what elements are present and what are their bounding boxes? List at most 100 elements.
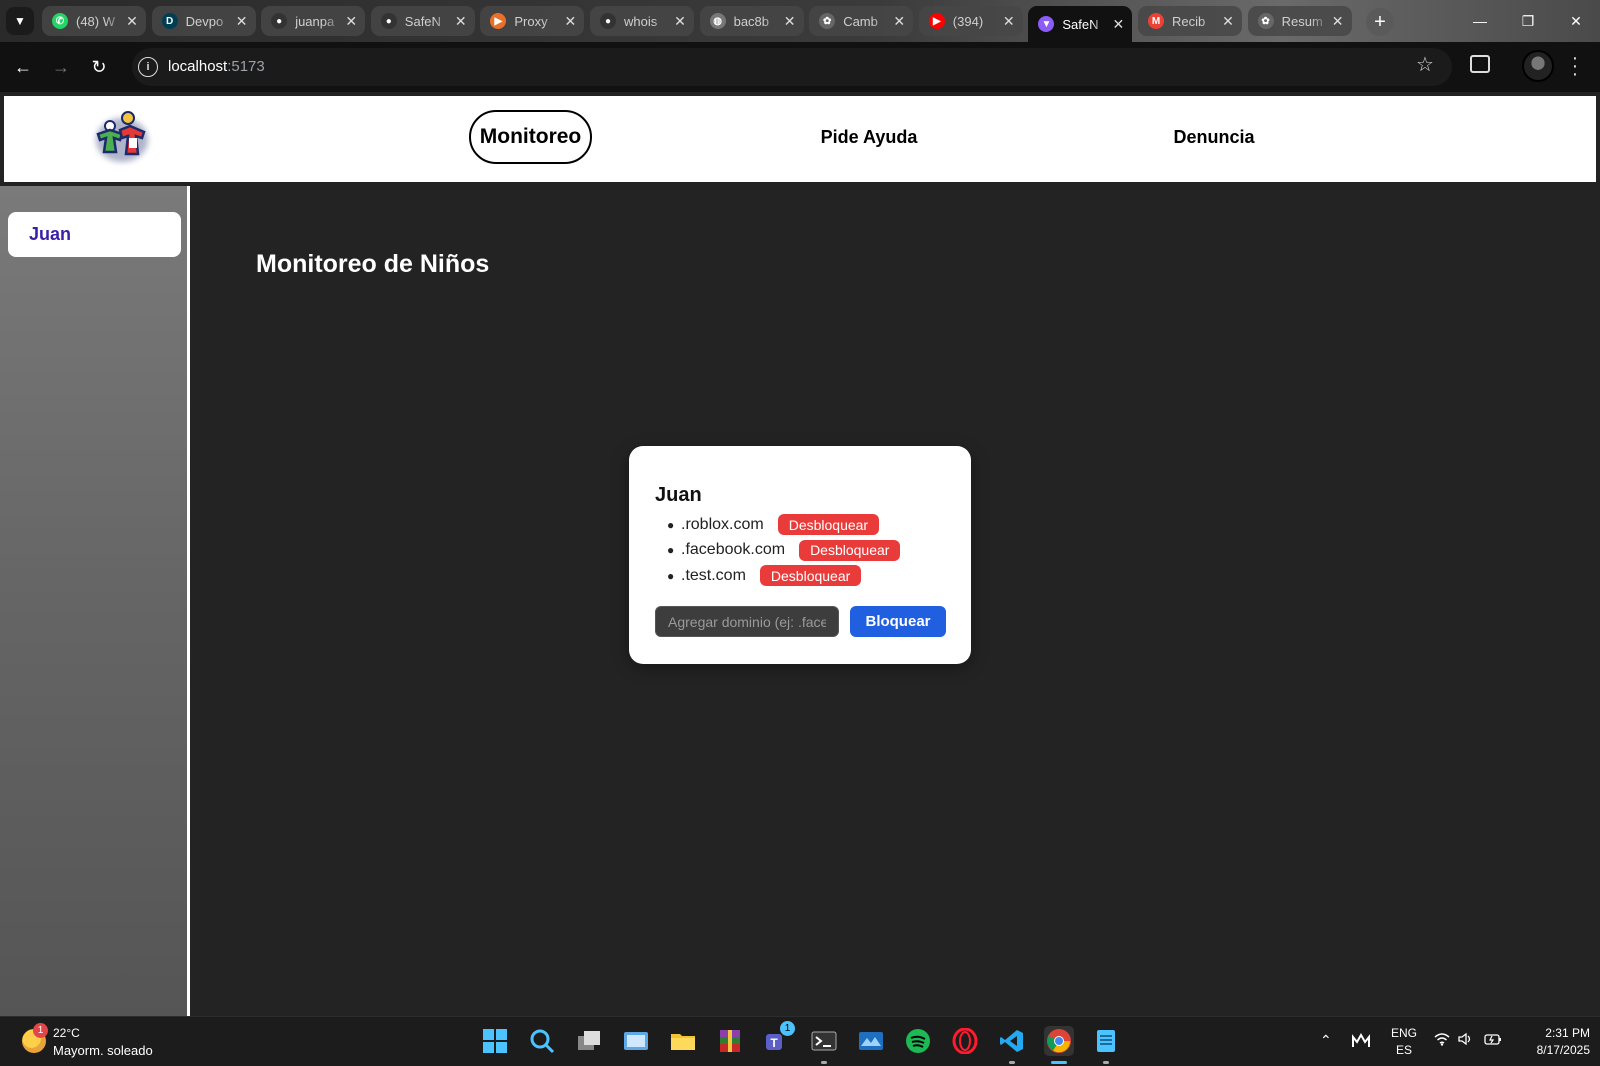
close-tab-icon[interactable]: ✕	[1001, 13, 1017, 30]
profile-avatar[interactable]	[1522, 50, 1554, 82]
browser-tab[interactable]: ✿ Resum ✕	[1247, 6, 1352, 36]
browser-menu-icon[interactable]: · · ·	[1570, 48, 1580, 84]
close-tab-icon[interactable]: ✕	[891, 13, 907, 30]
close-tab-icon[interactable]: ✕	[672, 13, 688, 30]
browser-tab[interactable]: ✿ Camb ✕	[809, 6, 914, 36]
bookmark-star-icon[interactable]: ☆	[1416, 52, 1434, 77]
search-icon[interactable]	[527, 1026, 557, 1056]
devpost-icon: D	[161, 13, 178, 29]
winrar-icon[interactable]	[715, 1026, 745, 1056]
app-header: Monitoreo Pide Ayuda Denuncia	[4, 96, 1596, 182]
unblock-button[interactable]: Desbloquear	[759, 565, 862, 587]
notepad-open-indicator	[1103, 1061, 1109, 1064]
task-view-icon[interactable]	[574, 1026, 604, 1056]
youtube-icon: ▶	[928, 13, 945, 29]
new-tab-button[interactable]: +	[1366, 8, 1394, 36]
spotify-icon[interactable]	[903, 1026, 933, 1056]
terminal-open-indicator	[821, 1061, 827, 1064]
wifi-icon[interactable]	[1434, 1032, 1450, 1049]
browser-tab[interactable]: ● juanpa ✕	[261, 6, 366, 36]
nav-monitoreo[interactable]: Monitoreo	[469, 110, 592, 164]
start-icon[interactable]	[480, 1026, 510, 1056]
unblock-button[interactable]: Desbloquear	[777, 514, 880, 536]
openai-icon: ✿	[1257, 13, 1274, 29]
tab-title: (394)	[952, 13, 984, 29]
tray-app-icon[interactable]	[1352, 1032, 1370, 1051]
nav-pide-ayuda[interactable]: Pide Ayuda	[814, 110, 924, 164]
browser-tab[interactable]: ● SafeN ✕	[370, 6, 475, 36]
github-icon: ●	[600, 13, 616, 29]
bullet-icon: ●	[667, 568, 675, 583]
chevron-up-icon[interactable]: ⌃	[1320, 1032, 1332, 1049]
address-bar[interactable]: i localhost:5173	[132, 48, 1452, 86]
chrome-icon[interactable]	[1044, 1026, 1074, 1056]
keyboard-layout[interactable]: ES	[1386, 1043, 1422, 1057]
vscode-icon[interactable]	[997, 1026, 1027, 1056]
browser-tab-strip: ▼ ✆ (48) W ✕ D Devpo ✕ ● juanpa ✕ ● SafeN ✕ ▶ Proxy ✕ ●…	[0, 0, 1600, 42]
sidebar-item-juan[interactable]: Juan	[8, 212, 181, 257]
close-window-button[interactable]: ✕	[1552, 0, 1600, 42]
close-tab-icon[interactable]: ✕	[562, 13, 578, 30]
close-tab-icon[interactable]: ✕	[1330, 13, 1346, 30]
tab-title: SafeN	[404, 13, 441, 29]
tab-title: Devpo	[185, 13, 224, 29]
chrome-active-indicator	[1051, 1061, 1067, 1064]
url-text[interactable]: localhost:5173	[168, 58, 265, 75]
restore-button[interactable]: ❐	[1504, 0, 1552, 42]
nav-denuncia[interactable]: Denuncia	[1164, 110, 1264, 164]
browser-tab[interactable]: ▶ Proxy ✕	[480, 6, 585, 36]
browser-tab[interactable]: ▶ (394) ✕	[918, 6, 1023, 36]
language-indicator[interactable]: ENG	[1386, 1026, 1422, 1040]
tab-title: Proxy	[514, 13, 548, 29]
close-tab-icon[interactable]: ✕	[343, 13, 359, 30]
teams-badge: 1	[780, 1021, 795, 1036]
app-logo[interactable]	[90, 108, 154, 168]
close-tab-icon[interactable]: ✕	[124, 13, 140, 30]
weather-temperature[interactable]: 22°C	[53, 1026, 80, 1040]
browser-tab[interactable]: ◍ bac8b ✕	[699, 6, 804, 36]
github-icon: ●	[271, 13, 288, 29]
monitor-app-icon[interactable]	[856, 1026, 886, 1056]
close-tab-icon[interactable]: ✕	[453, 13, 469, 30]
tab-search-button[interactable]: ▼	[6, 7, 34, 35]
file-explorer-icon[interactable]	[668, 1026, 698, 1056]
browser-toolbar: ← → ↻ i localhost:5173	[0, 42, 1600, 92]
opera-icon[interactable]	[950, 1026, 980, 1056]
forward-button[interactable]: →	[48, 54, 74, 80]
close-tab-icon[interactable]: ✕	[234, 13, 250, 30]
minimize-button[interactable]: —	[1456, 0, 1504, 42]
volume-icon[interactable]	[1458, 1032, 1474, 1049]
reload-button[interactable]: ↻	[86, 54, 112, 80]
photos-icon[interactable]	[621, 1026, 651, 1056]
site-info-icon[interactable]: i	[138, 57, 158, 77]
browser-tab[interactable]: ● whois ✕	[590, 6, 694, 36]
close-tab-icon[interactable]: ✕	[782, 13, 798, 30]
domain-text: .facebook.com	[681, 541, 786, 559]
back-button[interactable]: ←	[10, 54, 36, 80]
battery-icon[interactable]	[1484, 1032, 1502, 1049]
domain-input[interactable]	[655, 606, 839, 637]
blocked-domain-list: ● .roblox.com Desbloquear ● .facebook.co…	[655, 512, 901, 589]
openai-icon: ✿	[819, 13, 836, 29]
unblock-button[interactable]: Desbloquear	[799, 539, 901, 561]
browser-tab[interactable]: D Devpo ✕	[151, 6, 256, 36]
browser-tab[interactable]: ▼ SafeN ✕	[1028, 6, 1133, 42]
tab-title: bac8b	[733, 13, 770, 29]
clock-time[interactable]: 2:31 PM	[1510, 1026, 1590, 1040]
domain-text: .test.com	[681, 566, 746, 584]
proxy-icon: ▶	[490, 13, 507, 29]
block-button[interactable]: Bloquear	[850, 606, 946, 637]
whatsapp-icon: ✆	[52, 13, 68, 29]
terminal-icon[interactable]	[809, 1026, 839, 1056]
child-card: Juan ● .roblox.com Desbloquear ● .facebo…	[629, 446, 971, 664]
close-tab-icon[interactable]: ✕	[1110, 16, 1126, 33]
browser-tab[interactable]: M Recib ✕	[1138, 6, 1242, 36]
extensions-icon[interactable]	[1470, 55, 1490, 73]
notepad-icon[interactable]	[1091, 1026, 1121, 1056]
github-icon: ●	[380, 13, 397, 29]
page-viewport: Monitoreo Pide Ayuda Denuncia Juan Monit…	[0, 92, 1600, 1016]
weather-description[interactable]: Mayorm. soleado	[53, 1043, 153, 1058]
browser-tab[interactable]: ✆ (48) W ✕	[42, 6, 146, 36]
clock-date[interactable]: 8/17/2025	[1510, 1043, 1590, 1057]
close-tab-icon[interactable]: ✕	[1220, 13, 1236, 30]
